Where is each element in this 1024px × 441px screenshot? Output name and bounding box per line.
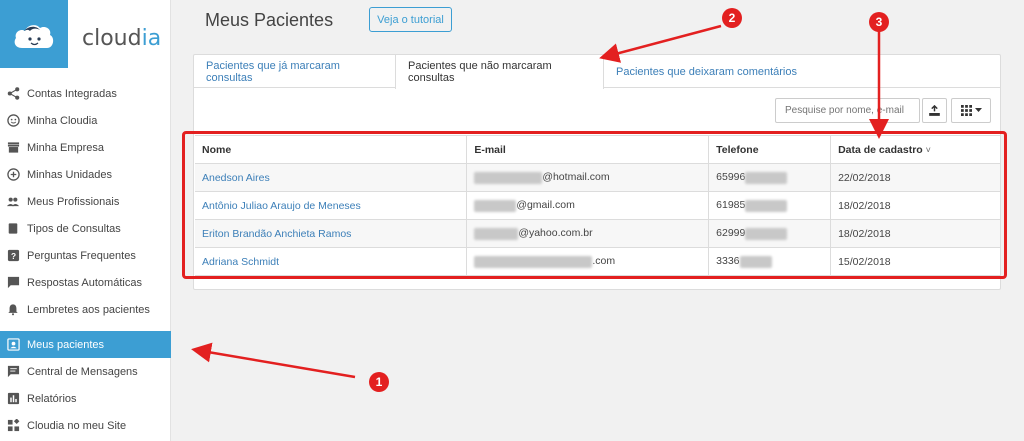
sidebar-item-label: Cloudia no meu Site xyxy=(27,419,127,432)
help-icon: ? xyxy=(6,249,20,263)
bell-icon xyxy=(6,303,20,317)
annotation-badge-2: 2 xyxy=(722,8,742,28)
sidebar-item-label: Perguntas Frequentes xyxy=(27,249,136,262)
widgets-icon xyxy=(6,419,20,433)
tutorial-button[interactable]: Veja o tutorial xyxy=(369,7,452,32)
sidebar-item-meus-pacientes[interactable]: Meus pacientes xyxy=(0,331,171,358)
tab-scheduled-patients[interactable]: Pacientes que já marcaram consultas xyxy=(194,55,395,88)
contact-icon xyxy=(6,338,20,352)
grid-icon xyxy=(960,105,972,116)
sidebar-item-lembretes[interactable]: Lembretes aos pacientes xyxy=(0,296,171,323)
sidebar-item-label: Minha Empresa xyxy=(27,141,105,154)
arrow-1 xyxy=(191,342,356,379)
annotation-badge-3: 3 xyxy=(869,12,889,32)
sidebar-item-label: Lembretes aos pacientes xyxy=(27,303,150,316)
sidebar-nav: Contas Integradas Minha Cloudia Minha Em… xyxy=(0,80,171,439)
face-icon xyxy=(6,114,20,128)
table-highlight-box xyxy=(182,131,1007,279)
sidebar: cloudia Contas Integradas Minha Cloudia … xyxy=(0,0,171,441)
list-icon xyxy=(6,222,20,236)
sidebar-item-label: Relatórios xyxy=(27,392,77,405)
sidebar-item-perguntas-frequentes[interactable]: ? Perguntas Frequentes xyxy=(0,242,171,269)
sidebar-item-minhas-unidades[interactable]: Minhas Unidades xyxy=(0,161,171,188)
people-icon xyxy=(6,195,20,209)
search-input[interactable] xyxy=(775,98,920,123)
sidebar-item-cloudia-no-meu-site[interactable]: Cloudia no meu Site xyxy=(0,412,171,439)
sidebar-item-label: Minha Cloudia xyxy=(27,114,98,127)
caret-down-icon xyxy=(974,108,982,112)
sidebar-item-minha-cloudia[interactable]: Minha Cloudia xyxy=(0,107,171,134)
svg-text:?: ? xyxy=(10,251,15,261)
cloud-logo-icon xyxy=(14,25,54,48)
sidebar-item-label: Tipos de Consultas xyxy=(27,222,121,235)
page-title: Meus Pacientes xyxy=(205,10,334,30)
share-icon xyxy=(6,87,20,101)
sidebar-item-label: Meus pacientes xyxy=(27,338,105,351)
add-circle-icon xyxy=(6,168,20,182)
arrow-2 xyxy=(599,24,722,63)
tab-unscheduled-patients[interactable]: Pacientes que não marcaram consultas xyxy=(395,55,604,89)
store-icon xyxy=(6,141,20,155)
sidebar-item-label: Central de Mensagens xyxy=(27,365,138,378)
sidebar-item-label: Minhas Unidades xyxy=(27,168,112,181)
tab-commented-patients[interactable]: Pacientes que deixaram comentários xyxy=(604,55,814,88)
sidebar-item-respostas-automaticas[interactable]: Respostas Automáticas xyxy=(0,269,171,296)
sidebar-item-label: Respostas Automáticas xyxy=(27,276,142,289)
sidebar-item-minha-empresa[interactable]: Minha Empresa xyxy=(0,134,171,161)
sidebar-item-central-de-mensagens[interactable]: Central de Mensagens xyxy=(0,358,171,385)
sidebar-item-meus-profissionais[interactable]: Meus Profissionais xyxy=(0,188,171,215)
tab-bar: Pacientes que já marcaram consultas Paci… xyxy=(194,55,1000,89)
chat-icon xyxy=(6,276,20,290)
message-icon xyxy=(6,365,20,379)
logo-box[interactable] xyxy=(0,0,68,68)
sidebar-item-label: Contas Integradas xyxy=(27,87,117,100)
sidebar-item-contas-integradas[interactable]: Contas Integradas xyxy=(0,80,171,107)
logo-wordmark: cloudia xyxy=(82,26,162,51)
sidebar-item-label: Meus Profissionais xyxy=(27,195,120,208)
columns-button[interactable] xyxy=(951,98,991,123)
sidebar-item-relatorios[interactable]: Relatórios xyxy=(0,385,171,412)
sidebar-item-tipos-de-consultas[interactable]: Tipos de Consultas xyxy=(0,215,171,242)
annotation-badge-1: 1 xyxy=(369,372,389,392)
bar-chart-icon xyxy=(6,392,20,406)
export-button[interactable] xyxy=(922,98,947,123)
export-icon xyxy=(929,105,940,116)
